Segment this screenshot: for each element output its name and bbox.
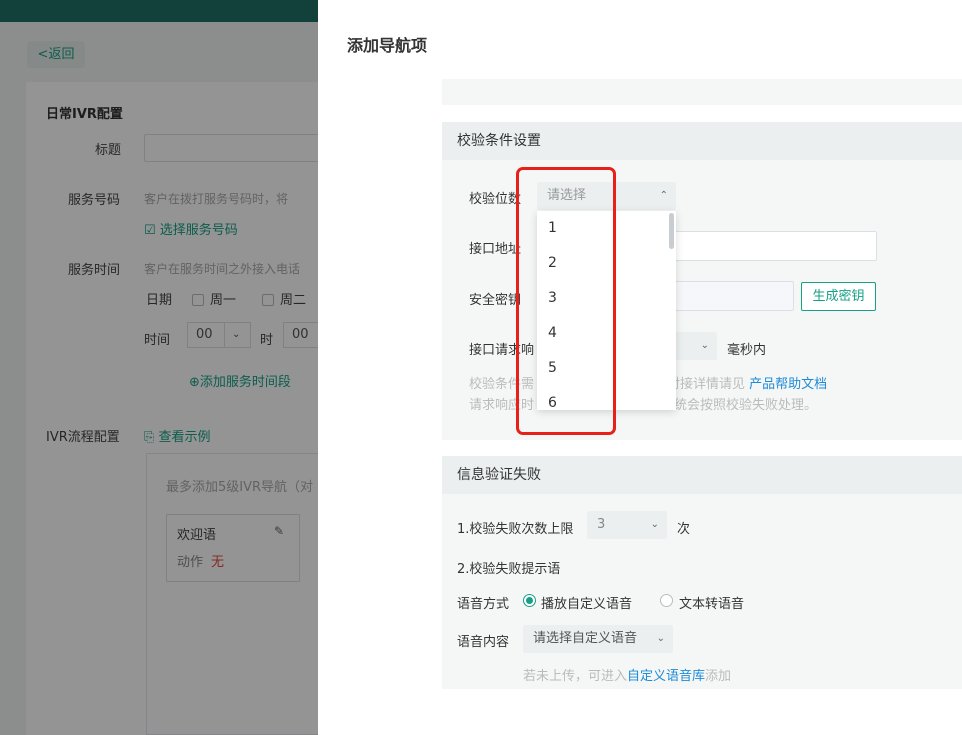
voice-mode-custom-label[interactable]: 播放自定义语音	[541, 593, 632, 612]
digits-label: 校验位数	[469, 192, 522, 207]
upload-hint: 若未上传，可进入自定义语音库添加	[523, 665, 731, 684]
help-line2-suffix: 统会按照校验失败处理。	[674, 398, 818, 413]
max-fail-label: 1.校验失败次数上限	[457, 522, 574, 537]
upload-hint-prefix: 若未上传，可进入	[523, 669, 628, 684]
chevron-down-icon: ⌄	[650, 519, 659, 530]
radio-tts[interactable]	[660, 594, 673, 607]
max-fail-select[interactable]: 3 ⌄	[587, 511, 667, 539]
timeout-unit: 毫秒内	[727, 343, 767, 358]
max-fail-value: 3	[597, 517, 606, 532]
highlight-annotation	[516, 167, 616, 435]
upload-hint-suffix: 添加	[705, 669, 732, 684]
generate-key-button[interactable]: 生成密钥	[801, 282, 876, 311]
dropdown-scrollbar[interactable]	[669, 213, 674, 249]
radio-custom-voice[interactable]	[523, 594, 536, 607]
fail-section-header: 信息验证失败	[442, 456, 962, 494]
voice-content-select[interactable]: 请选择自定义语音 ⌄	[523, 625, 673, 653]
voice-content-placeholder: 请选择自定义语音	[533, 631, 638, 646]
voice-mode-tts-label[interactable]: 文本转语音	[679, 593, 744, 612]
voice-content-label: 语音内容	[457, 635, 510, 650]
voice-library-link[interactable]: 自定义语音库	[627, 669, 705, 684]
drawer-title: 添加导航项	[347, 36, 428, 55]
secret-label: 安全密钥	[469, 293, 522, 308]
verify-section-header: 校验条件设置	[442, 122, 962, 160]
fail-prompt-label: 2.校验失败提示语	[457, 562, 561, 577]
help-doc-link[interactable]: 产品帮助文档	[749, 377, 827, 392]
chevron-down-icon: ⌄	[700, 340, 709, 351]
api-label: 接口地址	[469, 242, 522, 257]
chevron-up-icon: ⌃	[659, 190, 668, 201]
max-fail-unit: 次	[677, 522, 691, 537]
voice-mode-label: 语音方式	[457, 597, 510, 612]
top-panel	[442, 79, 962, 105]
chevron-down-icon: ⌄	[656, 633, 665, 644]
